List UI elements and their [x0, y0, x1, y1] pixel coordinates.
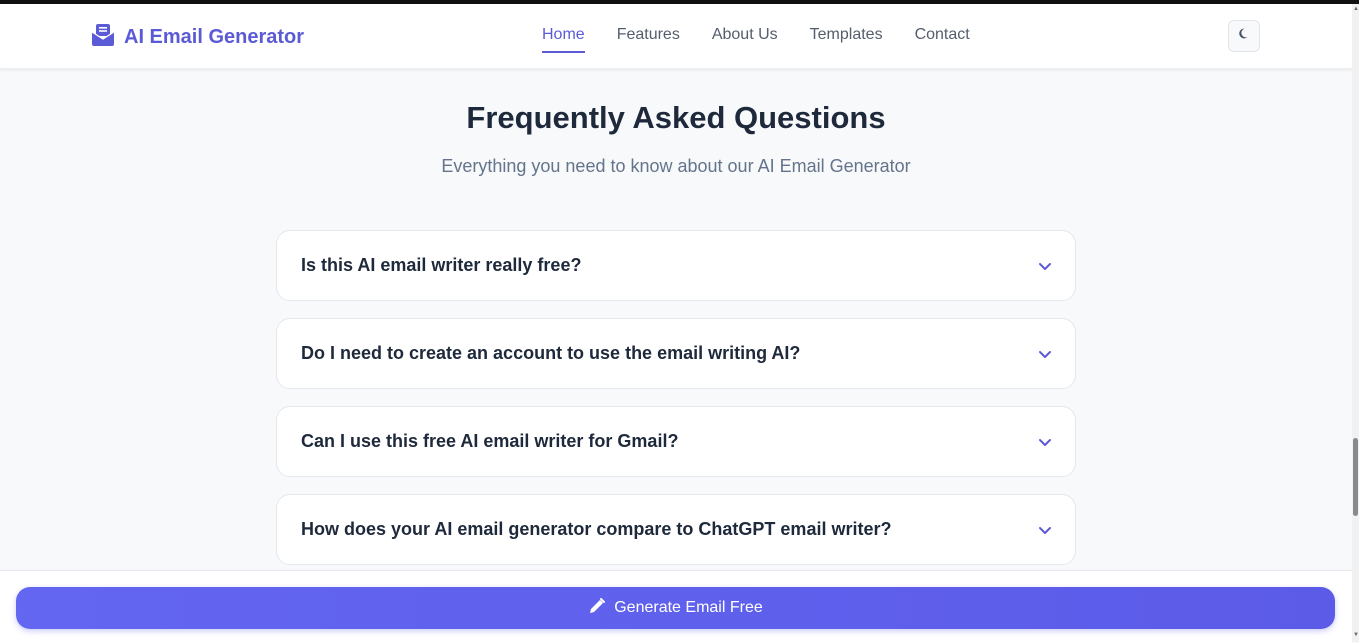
nav-features[interactable]: Features	[601, 22, 696, 50]
faq-item[interactable]: Is this AI email writer really free?	[276, 230, 1076, 301]
nav-home[interactable]: Home	[526, 22, 601, 53]
scroll-up-arrow-icon[interactable]: ▲	[1353, 6, 1359, 12]
chevron-down-icon[interactable]	[1037, 258, 1053, 274]
faq-question: Can I use this free AI email writer for …	[301, 431, 679, 451]
site-header: AI Email Generator Home Features About U…	[0, 4, 1352, 69]
scroll-down-arrow-icon[interactable]: ▼	[1353, 632, 1359, 638]
generate-email-button[interactable]: Generate Email Free	[16, 587, 1335, 629]
pencil-icon	[588, 597, 606, 620]
generate-email-label: Generate Email Free	[614, 599, 763, 616]
faq-subtitle: Everything you need to know about our AI…	[441, 156, 911, 176]
faq-item[interactable]: Can I use this free AI email writer for …	[276, 406, 1076, 477]
logo[interactable]: AI Email Generator	[90, 22, 304, 53]
sticky-cta-bar: Generate Email Free	[0, 570, 1352, 643]
scrollbar-thumb[interactable]	[1353, 438, 1358, 516]
page-scrollbar[interactable]: ▲ ▼	[1352, 4, 1359, 642]
faq-item[interactable]: How does your AI email generator compare…	[276, 494, 1076, 565]
chevron-down-icon[interactable]	[1037, 346, 1053, 362]
chevron-down-icon[interactable]	[1037, 434, 1053, 450]
nav-templates[interactable]: Templates	[794, 22, 899, 50]
logo-text: AI Email Generator	[124, 26, 305, 48]
moon-icon	[1238, 27, 1251, 45]
main-nav: Home Features About Us Templates Contact	[526, 22, 986, 53]
envelope-letter-icon	[90, 22, 116, 53]
chevron-down-icon[interactable]	[1037, 522, 1053, 538]
faq-question: Is this AI email writer really free?	[301, 255, 582, 275]
nav-contact[interactable]: Contact	[899, 22, 986, 50]
faq-item[interactable]: Do I need to create an account to use th…	[276, 318, 1076, 389]
faq-question: Do I need to create an account to use th…	[301, 343, 801, 363]
faq-title: Frequently Asked Questions	[466, 100, 886, 135]
nav-about-us[interactable]: About Us	[696, 22, 794, 50]
theme-toggle-button[interactable]	[1228, 20, 1260, 52]
faq-list: Is this AI email writer really free? Do …	[276, 230, 1076, 582]
faq-question: How does your AI email generator compare…	[301, 519, 892, 539]
